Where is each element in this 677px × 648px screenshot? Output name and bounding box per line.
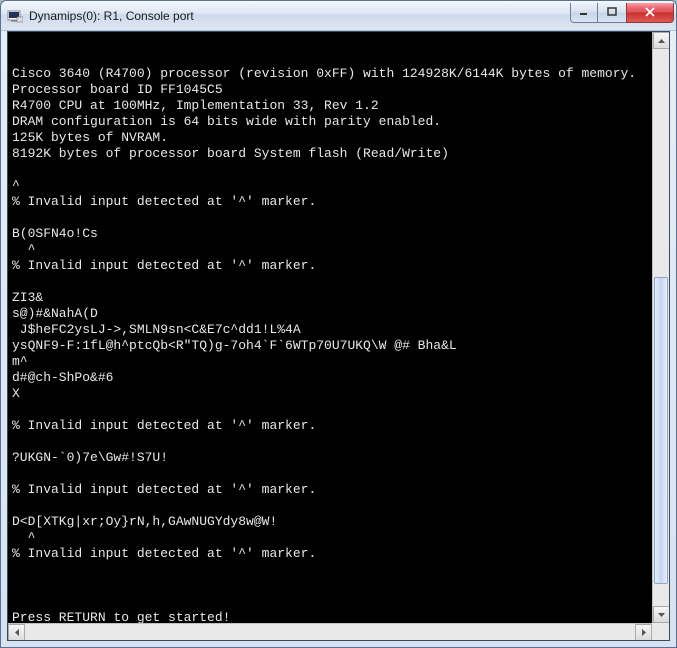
scroll-right-button[interactable] bbox=[635, 624, 652, 641]
scroll-down-button[interactable] bbox=[653, 606, 670, 623]
close-button[interactable] bbox=[626, 3, 674, 23]
terminal-output[interactable]: Cisco 3640 (R4700) processor (revision 0… bbox=[8, 32, 669, 640]
terminal-frame: Cisco 3640 (R4700) processor (revision 0… bbox=[7, 31, 670, 641]
scrollbar-corner bbox=[652, 623, 669, 640]
minimize-button[interactable] bbox=[570, 3, 598, 23]
vertical-scrollbar[interactable] bbox=[652, 32, 669, 623]
console-window: Dynamips(0): R1, Console port Cisco 3640… bbox=[0, 0, 677, 648]
scroll-thumb-vertical[interactable] bbox=[654, 277, 668, 583]
scroll-left-button[interactable] bbox=[8, 624, 25, 641]
titlebar[interactable]: Dynamips(0): R1, Console port bbox=[1, 1, 676, 31]
maximize-button[interactable] bbox=[597, 3, 627, 23]
scroll-up-button[interactable] bbox=[653, 32, 670, 49]
window-title: Dynamips(0): R1, Console port bbox=[29, 9, 571, 23]
window-controls bbox=[571, 3, 674, 23]
terminal-lines: Cisco 3640 (R4700) processor (revision 0… bbox=[12, 66, 667, 640]
horizontal-scrollbar[interactable] bbox=[8, 623, 652, 640]
putty-icon bbox=[7, 8, 23, 24]
